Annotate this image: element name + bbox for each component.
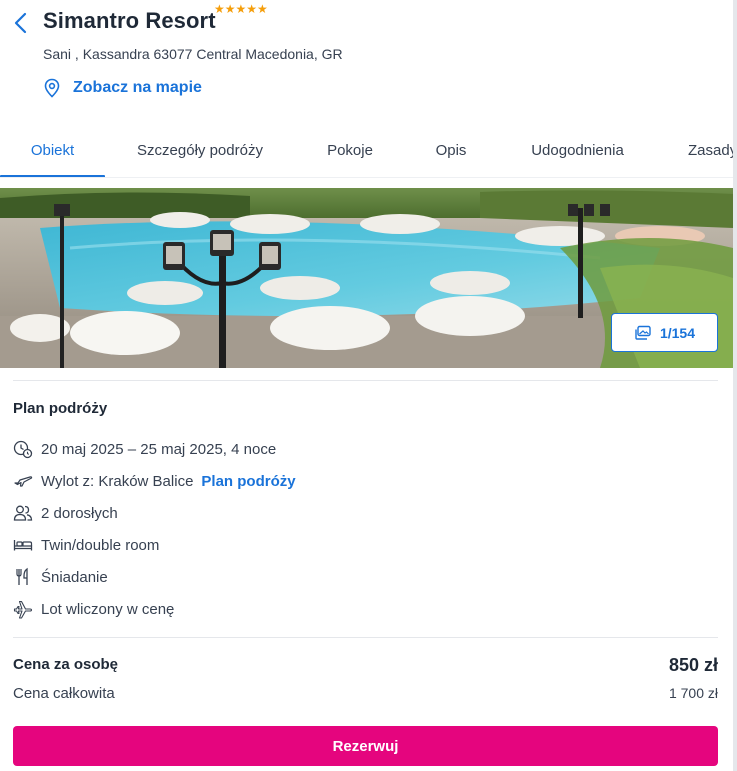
flight-text: Lot wliczony w cenę [41, 600, 175, 618]
cutlery-icon [13, 567, 33, 587]
departure-text: Wylot z: Kraków Balice [41, 472, 194, 490]
bed-icon [13, 535, 33, 555]
book-button[interactable]: Rezerwuj [13, 726, 718, 766]
room-text: Twin/double room [41, 536, 160, 554]
trip-plan-title: Plan podróży [13, 400, 108, 417]
price-per-person-label: Cena za osobę [13, 656, 119, 673]
divider-top [13, 380, 718, 381]
board-row: Śniadanie [13, 565, 108, 589]
chevron-left-icon [14, 12, 27, 34]
plane-departure-icon [13, 471, 33, 491]
room-row: Twin/double room [13, 533, 159, 557]
hotel-name: Simantro Resort [43, 8, 216, 33]
star-rating: ★★★★★ [214, 3, 268, 15]
gallery-counter-button[interactable]: 1/154 [611, 313, 718, 352]
guests-row: 2 dorosłych [13, 501, 118, 525]
divider-bottom [13, 637, 718, 638]
tab-zasady[interactable]: Zasady [672, 124, 733, 177]
trip-dates-row: 20 maj 2025 – 25 maj 2025, 4 noce [13, 437, 276, 461]
departure-row: Wylot z: Kraków Balice Plan podróży [13, 469, 296, 493]
trip-plan-link[interactable]: Plan podróży [201, 473, 295, 490]
guests-text: 2 dorosłych [41, 504, 118, 522]
tab-opis[interactable]: Opis [420, 124, 482, 177]
price-per-person-value: 850 zł [668, 655, 718, 675]
show-on-map-link[interactable]: Zobacz na mapie [43, 77, 202, 99]
trip-dates: 20 maj 2025 – 25 maj 2025, 4 noce [41, 440, 277, 458]
tab-szczegoly-podrozy[interactable]: Szczegóły podróży [125, 124, 275, 177]
total-price-label: Cena całkowita [13, 685, 115, 702]
total-price-value: 1 700 zł [668, 685, 718, 701]
calendar-clock-icon [13, 439, 33, 459]
show-on-map-label: Zobacz na mapie [73, 79, 202, 96]
plane-icon [13, 599, 33, 619]
flight-row: Lot wliczony w cenę [13, 597, 174, 621]
back-button[interactable] [8, 9, 32, 37]
hotel-address: Sani , Kassandra 63077 Central Macedonia… [43, 46, 343, 62]
section-tabs: Obiekt Szczegóły podróży Pokoje Opis Udo… [0, 124, 733, 178]
gallery-icon [635, 325, 651, 340]
active-tab-indicator [0, 175, 105, 177]
gallery-counter-text: 1/154 [659, 324, 696, 341]
tab-pokoje[interactable]: Pokoje [310, 124, 390, 177]
page-right-edge [733, 0, 737, 771]
map-pin-icon [43, 77, 63, 99]
star-icons: ★★★★★ [214, 2, 268, 16]
tab-udogodnienia[interactable]: Udogodnienia [515, 124, 640, 177]
board-text: Śniadanie [41, 568, 108, 586]
people-icon [13, 503, 33, 523]
hotel-header: Simantro Resort ★★★★★ Sani , Kassandra 6… [0, 0, 733, 120]
tab-obiekt[interactable]: Obiekt [0, 124, 105, 177]
